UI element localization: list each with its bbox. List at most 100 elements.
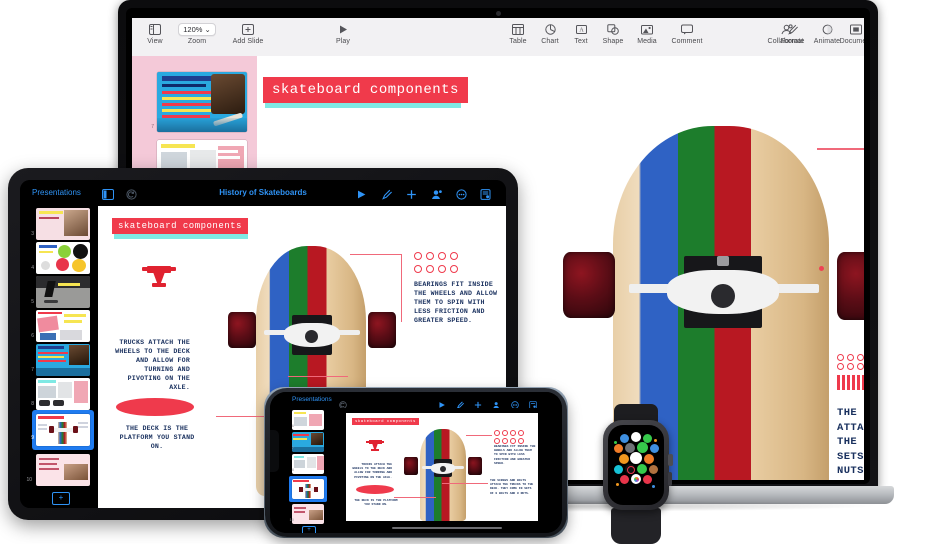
list-item[interactable]	[292, 432, 324, 452]
iphone-back-presentations[interactable]: Presentations	[292, 396, 332, 403]
toolbar-table-button[interactable]: Table	[502, 22, 534, 46]
keynote-mac-toolbar: View 120% ⌄ Zoom Add Slide Play Table Ch…	[132, 18, 864, 57]
calculator-app-icon[interactable]	[619, 454, 629, 464]
watch-screen[interactable]	[608, 425, 664, 505]
app-grid-dot	[654, 439, 657, 442]
toolbar-zoom-control[interactable]: 120% ⌄ Zoom	[172, 22, 222, 46]
comment-icon	[664, 22, 710, 36]
home-indicator[interactable]	[392, 526, 502, 529]
selected-slide-highlight[interactable]: 9	[289, 476, 327, 502]
skateboard-wheel-right	[837, 252, 864, 320]
slide-number: 7	[291, 445, 294, 450]
list-item[interactable]	[157, 72, 247, 132]
iphone-slide-canvas[interactable]: skateboard components BEARINGS FIT INSID…	[346, 413, 538, 521]
side-button[interactable]	[668, 472, 672, 486]
list-item[interactable]	[36, 242, 90, 274]
toolbar-view-button[interactable]: View	[138, 22, 172, 46]
list-item[interactable]	[36, 276, 90, 308]
list-item[interactable]	[292, 479, 324, 499]
toolbar-play-button[interactable]: Play	[325, 22, 361, 46]
leader-line-bearings	[350, 254, 402, 255]
insert-plus-icon[interactable]	[406, 187, 417, 205]
toolbar-format-button[interactable]: Format	[774, 22, 810, 46]
messages-app-icon[interactable]	[637, 464, 647, 474]
shape-icon	[596, 22, 630, 36]
watch-band-bottom	[611, 508, 661, 544]
maps-app-icon[interactable]	[614, 444, 623, 453]
zoom-percent-pill[interactable]: 120% ⌄	[178, 22, 216, 36]
deck-icon	[356, 485, 394, 494]
play-icon	[325, 22, 361, 36]
home-screen-app-icon[interactable]	[630, 452, 642, 464]
list-item[interactable]	[36, 454, 90, 486]
more-options-icon[interactable]	[456, 187, 467, 205]
selected-slide-highlight[interactable]: 9	[31, 410, 94, 450]
iphone-slide-navigator[interactable]: 6 7 8 9 10 +	[284, 408, 332, 533]
slide-number: 7	[151, 124, 154, 130]
add-slide-button[interactable]: +	[52, 492, 70, 505]
app-grid-dot	[616, 483, 619, 486]
list-item[interactable]	[36, 344, 90, 376]
add-slide-button[interactable]: +	[302, 526, 316, 533]
photos-app-icon[interactable]	[631, 474, 641, 484]
toolbar-shape-label: Shape	[602, 38, 624, 45]
clock-app-icon[interactable]	[644, 454, 654, 464]
toolbar-comment-button[interactable]: Comment	[664, 22, 710, 46]
svg-text:A: A	[579, 27, 584, 33]
list-item[interactable]	[36, 310, 90, 342]
slide-title-banner[interactable]: skateboard components	[352, 418, 419, 425]
slide-title-banner[interactable]: skateboard components	[263, 77, 468, 103]
document-options-icon[interactable]	[480, 187, 491, 205]
leader-line-screws	[442, 483, 488, 484]
heart-rate-app-icon[interactable]	[620, 475, 629, 484]
callout-text-deck: THE DECK IS THE PLATFORM YOU STAND ON.	[354, 499, 398, 507]
music-app-icon[interactable]	[643, 475, 652, 484]
toolbar-add-slide-label: Add Slide	[232, 38, 264, 45]
slide-title-banner[interactable]: skateboard components	[112, 218, 248, 234]
skateboard-wheel-left	[228, 312, 256, 348]
weather-app-icon[interactable]	[620, 434, 629, 443]
slide-number: 9	[291, 493, 294, 498]
toolbar-chart-button[interactable]: Chart	[534, 22, 566, 46]
toolbar-text-button[interactable]: A Text	[566, 22, 596, 46]
list-item[interactable]	[292, 504, 324, 524]
calendar-app-icon[interactable]	[631, 432, 641, 442]
iphone-notch	[270, 430, 279, 472]
callout-text-trucks: TRUCKS ATTACH THE WHEELS TO THE DECK AND…	[352, 463, 392, 479]
toolbar-document-button[interactable]: Document	[834, 22, 864, 46]
contacts-app-icon[interactable]	[649, 465, 658, 474]
list-item[interactable]	[292, 454, 324, 474]
iphone-slide-area[interactable]: skateboard components BEARINGS FIT INSID…	[332, 408, 562, 533]
slide-number: 4	[31, 265, 34, 271]
leader-line-bearings-v	[401, 254, 402, 322]
toolbar-chart-label: Chart	[541, 38, 559, 45]
document-icon	[834, 22, 864, 36]
list-item[interactable]	[36, 378, 90, 410]
apple-watch-device	[597, 404, 675, 544]
format-brush-icon	[774, 22, 810, 36]
table-icon	[502, 22, 534, 36]
zoom-value: 120%	[183, 24, 203, 34]
toolbar-add-slide-button[interactable]: Add Slide	[224, 22, 272, 46]
slide-number: 3	[31, 231, 34, 237]
slide-number: 8	[291, 467, 294, 472]
mail-app-icon[interactable]	[650, 444, 659, 453]
collaborate-icon[interactable]	[430, 187, 443, 205]
keynote-iphone-toolbar: Presentations	[270, 392, 562, 409]
keynote-ipad-toolbar: Presentations History of Skateboards	[20, 180, 506, 206]
skateboard-truck	[244, 310, 380, 358]
slide-number: 10	[26, 477, 32, 483]
play-icon[interactable]	[356, 187, 367, 205]
list-item[interactable]	[36, 208, 90, 240]
wallet-app-icon[interactable]	[614, 465, 623, 474]
activity-app-icon[interactable]	[625, 464, 635, 474]
toolbar-shape-button[interactable]: Shape	[596, 22, 630, 46]
toolbar-media-button[interactable]: Media	[630, 22, 664, 46]
callout-text-deck: THE DECK IS THE PLATFORM YOU STAND ON.	[119, 425, 195, 450]
list-item[interactable]	[36, 414, 90, 446]
ipad-slide-navigator[interactable]: 3 4 5 6 7 8 9 10 +	[20, 206, 98, 508]
format-brush-icon[interactable]	[381, 187, 392, 205]
digital-crown[interactable]	[668, 454, 673, 466]
workout-app-icon[interactable]	[637, 442, 648, 453]
list-item[interactable]	[292, 410, 324, 430]
